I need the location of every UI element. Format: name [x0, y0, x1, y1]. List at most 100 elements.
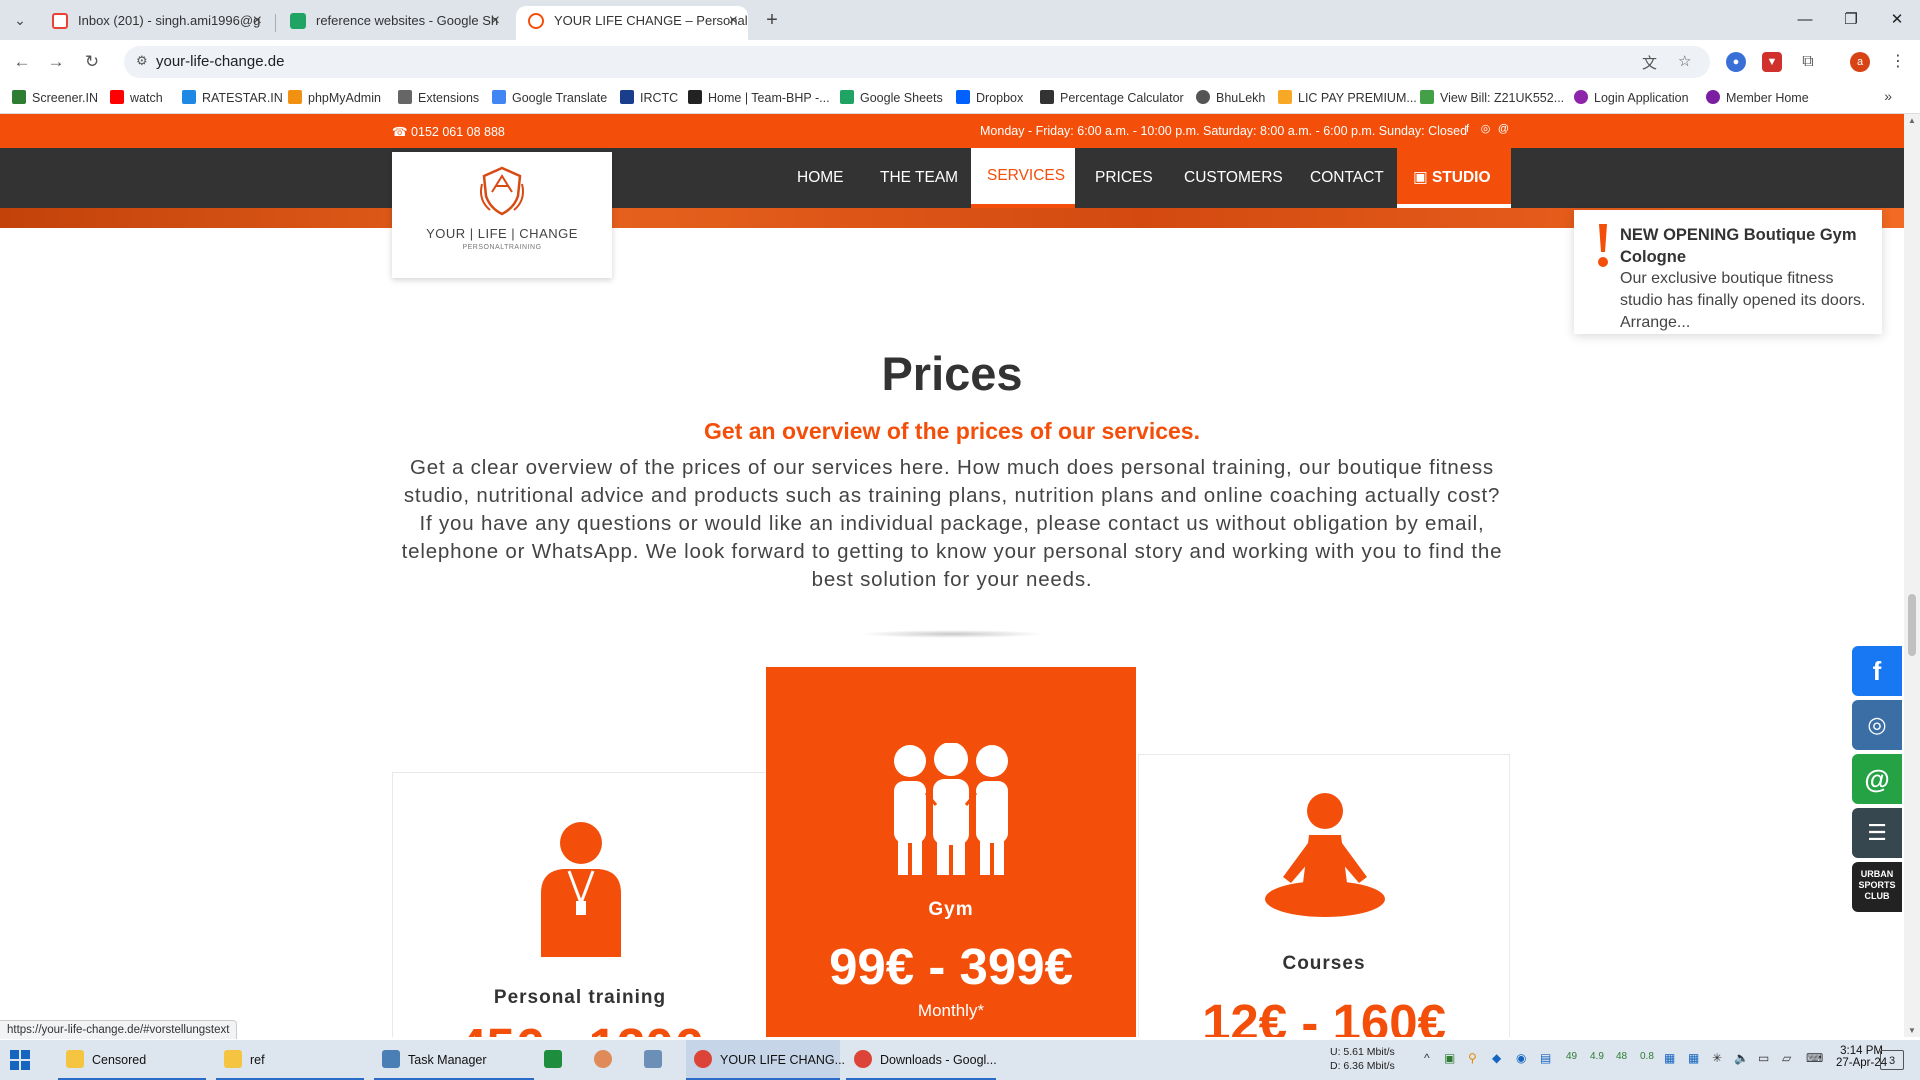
nav-customers[interactable]: CUSTOMERS	[1168, 148, 1299, 208]
restore-button[interactable]: ❐	[1828, 6, 1874, 34]
phone-number[interactable]: ☎ 0152 061 08 888	[392, 124, 505, 139]
extension-icon[interactable]: ●	[1726, 52, 1746, 72]
address-bar[interactable]: ⚙ your-life-change.de 文 ☆	[124, 46, 1710, 78]
nav-studio[interactable]: ▣ STUDIO	[1397, 148, 1511, 208]
bookmark-login-application[interactable]: Login Application	[1574, 90, 1689, 105]
instagram-icon[interactable]: ◎	[1852, 700, 1902, 750]
tab-search-button[interactable]: ⌄	[8, 8, 32, 32]
notification-title: NEW OPENING Boutique Gym Cologne	[1620, 226, 1857, 266]
tray-monitor-icon[interactable]: ▤	[1540, 1051, 1551, 1065]
bookmark-ratestar[interactable]: RATESTAR.IN	[182, 90, 283, 105]
extensions-puzzle-icon[interactable]: ⧉	[1798, 52, 1818, 72]
bookmark-screener[interactable]: Screener.IN	[12, 90, 98, 105]
site-info-icon[interactable]: ⚙	[136, 53, 148, 69]
scroll-thumb[interactable]	[1908, 594, 1916, 656]
close-icon[interactable]: ×	[491, 6, 500, 36]
minimize-button[interactable]: —	[1782, 6, 1828, 34]
bookmark-extensions[interactable]: Extensions	[398, 90, 479, 105]
bookmark-view-bill[interactable]: View Bill: Z21UK552...	[1420, 90, 1564, 105]
notification-center-icon[interactable]: 3	[1880, 1050, 1904, 1070]
shield-extension-icon[interactable]: ▼	[1762, 52, 1782, 72]
taskbar-sheets-app[interactable]	[544, 1040, 572, 1080]
new-opening-notification[interactable]: NEW OPENING Boutique Gym Cologne Our exc…	[1574, 210, 1882, 334]
site-logo[interactable]: YOUR | LIFE | CHANGE PERSONALTRAINING	[392, 152, 612, 278]
nav-services[interactable]: SERVICES	[971, 148, 1075, 208]
windows-start-icon[interactable]	[10, 1050, 30, 1070]
bookmark-dropbox[interactable]: Dropbox	[956, 90, 1023, 105]
tray-shield-icon[interactable]: ◆	[1492, 1051, 1501, 1065]
email-icon[interactable]: @	[1852, 754, 1902, 804]
nav-contact[interactable]: CONTACT	[1294, 148, 1400, 208]
card-label: Personal training	[493, 987, 667, 1008]
login-icon	[1574, 90, 1588, 104]
price-card-personal-training[interactable]: Personal training 45€ - 120€	[392, 772, 768, 1037]
translate-icon[interactable]: 文	[1642, 52, 1657, 73]
tray-gpu-icon[interactable]: ▦	[1688, 1051, 1699, 1065]
keyboard-icon[interactable]: ⌨	[1806, 1051, 1823, 1065]
upload-speed: 5.61 Mbit/s	[1343, 1046, 1395, 1058]
bookmark-irctc[interactable]: IRCTC	[620, 90, 678, 105]
taskbar-chrome-your-life-change[interactable]: YOUR LIFE CHANG...	[686, 1040, 845, 1080]
lic-icon	[1278, 90, 1292, 104]
tab-google-sheets[interactable]: reference websites - Google Sh ×	[278, 6, 510, 40]
price-card-gym[interactable]: Gym 99€ - 399€ Monthly*	[766, 667, 1136, 1037]
price-card-courses[interactable]: Courses 12€ - 160€	[1138, 754, 1510, 1037]
taskbar-folder-censored[interactable]: Censored	[58, 1040, 206, 1080]
bookmark-percentage-calculator[interactable]: Percentage Calculator	[1040, 90, 1184, 105]
chrome-icon	[694, 1050, 712, 1068]
tab-title: reference websites - Google Sh	[316, 13, 499, 28]
instagram-icon[interactable]: ◎	[1479, 123, 1492, 136]
tab-separator	[275, 14, 276, 32]
reload-button[interactable]: ↻	[80, 50, 104, 74]
prices-intro-text: Get a clear overview of the prices of ou…	[401, 456, 1503, 591]
tray-app2-icon[interactable]: ✳	[1712, 1051, 1722, 1065]
news-icon[interactable]: ☰	[1852, 808, 1902, 858]
tab-gmail[interactable]: Inbox (201) - singh.ami1996@g ×	[40, 6, 272, 40]
taskbar-notepad[interactable]	[644, 1040, 672, 1080]
bookmark-bhulekh[interactable]: BhuLekh	[1196, 90, 1265, 105]
bookmark-google-translate[interactable]: Google Translate	[492, 90, 607, 105]
close-window-button[interactable]: ✕	[1874, 6, 1920, 34]
forward-button[interactable]: →	[44, 50, 68, 74]
tray-app-icon[interactable]: ▣	[1444, 1051, 1455, 1065]
status-bar-url: https://your-life-change.de/#vorstellung…	[0, 1020, 238, 1039]
close-icon[interactable]: ×	[253, 6, 262, 36]
exclamation-icon	[1598, 224, 1608, 267]
network-icon[interactable]: ▱	[1782, 1051, 1791, 1065]
nav-the-team[interactable]: THE TEAM	[864, 148, 974, 208]
browser-menu-icon[interactable]: ⋮	[1888, 52, 1908, 72]
tab-your-life-change[interactable]: YOUR LIFE CHANGE – Personal ×	[516, 6, 748, 40]
nav-home[interactable]: HOME	[781, 148, 860, 208]
tray-search-icon[interactable]: ⚲	[1468, 1051, 1477, 1065]
new-tab-button[interactable]: +	[760, 9, 784, 33]
bookmark-member-home[interactable]: Member Home	[1706, 90, 1809, 105]
bookmark-lic-pay-premium[interactable]: LIC PAY PREMIUM...	[1278, 90, 1417, 105]
bookmark-watch[interactable]: watch	[110, 90, 163, 105]
bookmark-phpmyadmin[interactable]: phpMyAdmin	[288, 90, 381, 105]
nav-prices[interactable]: PRICES	[1079, 148, 1169, 208]
tray-globe-icon[interactable]: ◉	[1516, 1051, 1526, 1065]
taskbar-folder-ref[interactable]: ref	[216, 1040, 364, 1080]
tray-cpu-icon[interactable]: ▦	[1664, 1051, 1675, 1065]
group-icon	[894, 743, 1008, 875]
email-icon[interactable]: @	[1497, 123, 1510, 136]
taskbar-task-manager[interactable]: Task Manager	[374, 1040, 534, 1080]
scroll-down-arrow-icon[interactable]: ▼	[1907, 1026, 1917, 1035]
battery-icon[interactable]: ▭	[1758, 1051, 1769, 1065]
facebook-icon[interactable]: f	[1852, 646, 1902, 696]
show-hidden-icons-chevron-icon[interactable]: ^	[1424, 1051, 1430, 1065]
taskbar-chrome-downloads[interactable]: Downloads - Googl...	[846, 1040, 997, 1080]
bookmark-google-sheets[interactable]: Google Sheets	[840, 90, 943, 105]
page-scrollbar[interactable]: ▲ ▼	[1904, 114, 1920, 1037]
urban-sports-club-icon[interactable]: URBAN SPORTS CLUB	[1852, 862, 1902, 912]
scroll-up-arrow-icon[interactable]: ▲	[1907, 116, 1917, 125]
profile-avatar[interactable]: a	[1850, 52, 1870, 72]
volume-icon[interactable]: 🔈	[1734, 1051, 1749, 1065]
more-bookmarks-chevron-icon[interactable]: »	[1884, 88, 1892, 104]
bookmark-star-icon[interactable]: ☆	[1678, 52, 1691, 70]
close-icon[interactable]: ×	[729, 6, 738, 36]
taskbar-app-icon[interactable]	[594, 1040, 622, 1080]
bookmark-team-bhp[interactable]: Home | Team-BHP -...	[688, 90, 830, 105]
back-button[interactable]: ←	[10, 50, 34, 74]
facebook-icon[interactable]: f	[1461, 123, 1474, 136]
